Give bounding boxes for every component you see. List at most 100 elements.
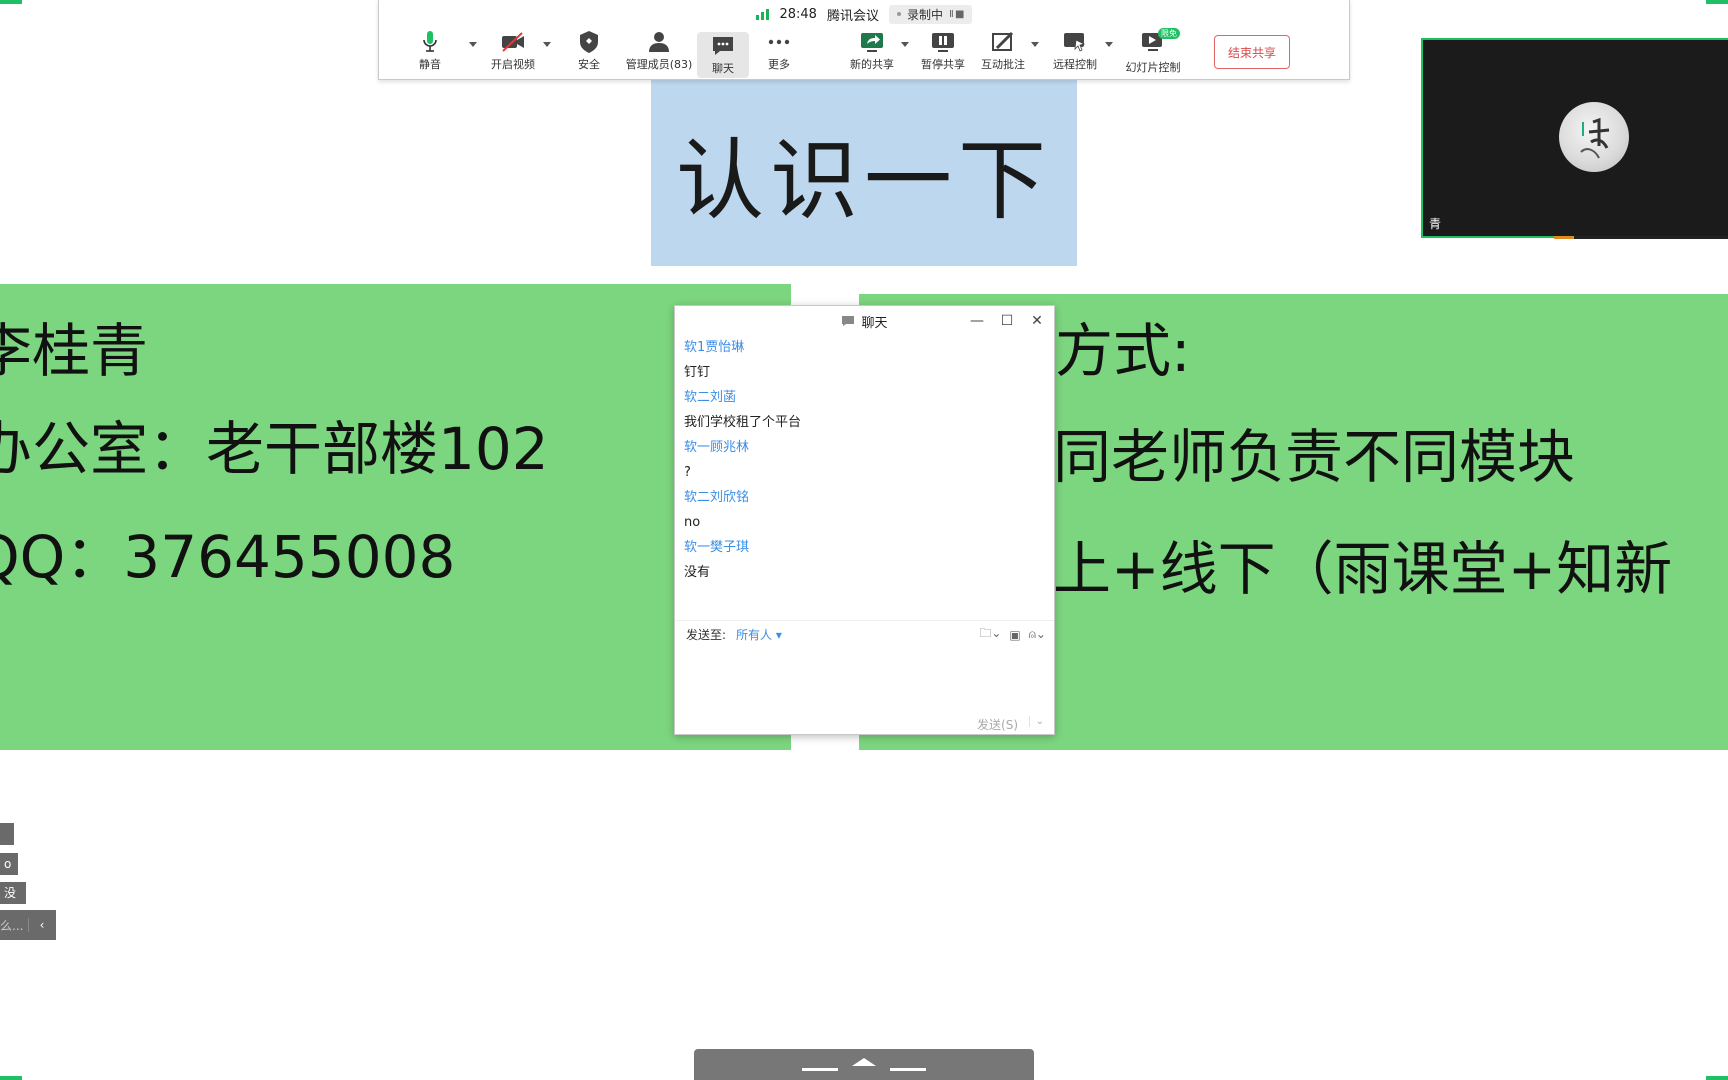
floating-chat-bubble[interactable] [0,823,14,845]
participants-label: 管理成员(83) [625,58,693,71]
share-options-caret[interactable] [901,42,909,47]
meeting-status-bar: 28:48 腾讯会议 录制中 II ■ [379,4,1349,24]
chat-input[interactable] [683,651,1046,710]
annotate-button[interactable]: 互动批注 [979,30,1027,76]
video-button[interactable]: 开启视频 [485,30,541,76]
recording-label: 录制中 [906,7,943,22]
image-icon[interactable]: ▣ [1009,628,1020,642]
participants-button[interactable]: 管理成员(83) [619,30,699,76]
message-sender[interactable]: 软二刘菡 [684,386,1048,410]
recording-controls[interactable]: II ■ [949,9,965,20]
share-corner-marker [0,0,22,4]
slide-left-panel: 李桂青 办公室：老干部楼102 QQ：376455008 [0,284,791,750]
pause-icon [932,33,954,52]
handle-bar [890,1068,926,1071]
app-name: 腾讯会议 [826,8,879,24]
meeting-toolbar: 28:48 腾讯会议 录制中 II ■ 静音 开启视频 安全 管理成员(83) … [378,0,1350,80]
maximize-icon[interactable]: ☐ [998,312,1016,330]
handle-bar [802,1068,838,1071]
minimize-icon[interactable]: — [968,312,986,330]
close-icon[interactable]: ✕ [1028,312,1046,330]
teacher-name: 李桂青 [0,317,149,385]
send-to-dropdown[interactable]: 所有人 ▾ [736,626,782,643]
chat-message-list[interactable]: 软1贾怡琳 钉钉 软二刘菡 我们学校租了个平台 软一顾兆林 ? 软二刘欣铭 no… [684,336,1048,624]
chat-label: 聊天 [712,62,734,75]
chat-bubble-icon [713,37,733,55]
message-sender[interactable]: 软一樊子琪 [684,536,1048,560]
chat-window: 聊天 — ☐ ✕ 软1贾怡琳 钉钉 软二刘菡 我们学校租了个平台 软一顾兆林 ?… [674,305,1055,735]
floating-chat-bubble[interactable]: o [0,853,18,875]
remote-control-options-caret[interactable] [1105,42,1113,47]
pause-share-label: 暂停共享 [921,58,965,71]
course-mode-line-1: 不同老师负责不同模块 [1053,423,1576,491]
end-share-button[interactable]: 结束共享 [1214,35,1290,69]
floating-chat-bubble[interactable]: 没有 [0,882,26,922]
message-text: 我们学校租了个平台 [684,415,802,430]
qq-info: QQ：376455008 [0,523,456,591]
toolbar-expand-handle[interactable] [694,1049,1034,1080]
video-audio-level [1554,236,1728,239]
annotate-label: 互动批注 [981,58,1025,71]
security-label: 安全 [578,58,600,71]
new-share-button[interactable]: 新的共享 [847,30,897,76]
message-text: no [684,515,701,530]
annotate-pen-icon [992,31,1014,51]
folder-icon[interactable]: 🗀⌄ [979,624,1001,645]
share-corner-marker [1706,1076,1728,1080]
message-sender[interactable]: 软1贾怡琳 [684,336,1048,360]
pause-share-button[interactable]: 暂停共享 [919,30,967,76]
avatar-logo-icon [1580,117,1610,159]
message-text: ? [684,465,691,480]
course-mode-line-2: 线上+线下（雨课堂+知新 [1053,535,1673,603]
chat-title: 聊天 [861,315,888,331]
new-badge: 限免 [1158,28,1180,39]
chat-button[interactable]: 聊天 [697,32,749,78]
avatar [1559,102,1629,172]
remote-control-button[interactable]: 远程控制 [1051,30,1099,76]
video-options-caret[interactable] [543,42,551,47]
user-settings-icon[interactable]: ⍝⌄ [1029,627,1046,642]
message-text: 没有 [684,565,711,580]
chevron-left-icon[interactable]: ‹ [28,918,55,932]
annotate-options-caret[interactable] [1031,42,1039,47]
remote-control-label: 远程控制 [1053,58,1097,71]
more-button[interactable]: 更多 [759,30,799,76]
collapsed-chat-bar[interactable]: 么... ‹ [0,910,56,940]
share-screen-icon [861,33,883,52]
person-icon [649,32,669,52]
message-sender[interactable]: 软一顾兆林 [684,436,1048,460]
participant-video-tile[interactable]: 青 [1421,38,1728,238]
mute-button[interactable]: 静音 [413,30,447,76]
more-dots-icon [768,39,790,45]
chat-tools: 🗀⌄ ▣ ⍝⌄ [979,624,1046,645]
share-corner-marker [1706,0,1728,4]
more-label: 更多 [768,58,790,71]
video-label: 开启视频 [491,58,535,71]
microphone-icon [423,31,437,52]
send-to-selector: 发送至: 所有人 ▾ [686,623,782,645]
message-sender[interactable]: 软二刘欣铭 [684,486,1048,510]
participant-name: 青 [1429,217,1442,231]
chat-divider [675,620,1054,621]
share-corner-marker [0,1076,22,1080]
shield-icon [580,31,598,53]
slide-title-box: 认识一下 [651,80,1077,266]
chat-bubble-icon [842,316,855,326]
recording-indicator[interactable]: 录制中 II ■ [888,4,972,24]
new-share-label: 新的共享 [850,58,894,71]
send-options-caret[interactable]: ⌄ [1028,716,1044,727]
slide-title: 认识一下 [675,129,1052,232]
collapsed-chat-text: 么... [0,918,24,933]
slideshow-control-button[interactable]: 限免 幻灯片控制 [1123,28,1183,76]
meeting-timer: 28:48 [779,6,817,22]
mute-options-caret[interactable] [469,42,477,47]
slideshow-label: 幻灯片控制 [1125,61,1181,74]
recording-dot-icon [896,12,901,16]
send-button[interactable]: 发送(S) [977,716,1018,733]
mute-label: 静音 [419,58,441,71]
signal-icon [756,8,770,20]
security-button[interactable]: 安全 [569,30,609,76]
remote-control-icon [1064,33,1086,52]
video-off-icon [502,32,524,52]
office-info: 办公室：老干部楼102 [0,415,549,483]
